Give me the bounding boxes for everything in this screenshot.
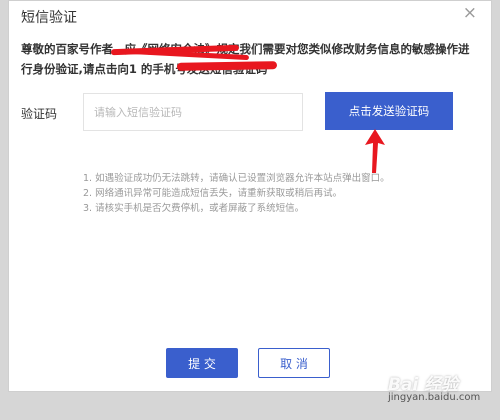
sms-code-input[interactable] [83, 93, 303, 131]
tips-list: 1. 如遇验证成功仍无法跳转，请确认已设置浏览器允许本站点弹出窗口。 2. 网络… [83, 171, 483, 216]
cancel-button[interactable]: 取 消 [258, 348, 330, 378]
tip-item: 3. 请核实手机是否欠费停机，或者屏蔽了系统短信。 [83, 203, 305, 214]
baidu-jingyan-watermark: Bai 经验 jingyan.baidu.com [388, 370, 480, 403]
code-label: 验证码 [21, 107, 58, 121]
dialog-title: 短信验证 [21, 10, 77, 26]
close-icon[interactable]: × [463, 3, 477, 23]
security-notice: 尊敬的百家号作者，应《网络安全法》规定我们需要对您类似修改财务信息的敏感操作进 … [21, 39, 481, 79]
notice-line-1: 尊敬的百家号作者，应《网络安全法》规定我们需要对您类似修改财务信息的敏感操作进 [21, 42, 470, 56]
red-arrow-icon [365, 129, 385, 173]
send-code-button[interactable]: 点击发送验证码 [325, 92, 453, 130]
watermark-url: jingyan.baidu.com [388, 392, 481, 403]
sms-verification-dialog: 短信验证 × 尊敬的百家号作者，应《网络安全法》规定我们需要对您类似修改财务信息… [8, 0, 492, 392]
submit-button[interactable]: 提 交 [166, 348, 238, 378]
tip-item: 1. 如遇验证成功仍无法跳转，请确认已设置浏览器允许本站点弹出窗口。 [83, 173, 390, 184]
tip-item: 2. 网络通讯异常可能造成短信丢失，请重新获取或稍后再试。 [83, 188, 343, 199]
